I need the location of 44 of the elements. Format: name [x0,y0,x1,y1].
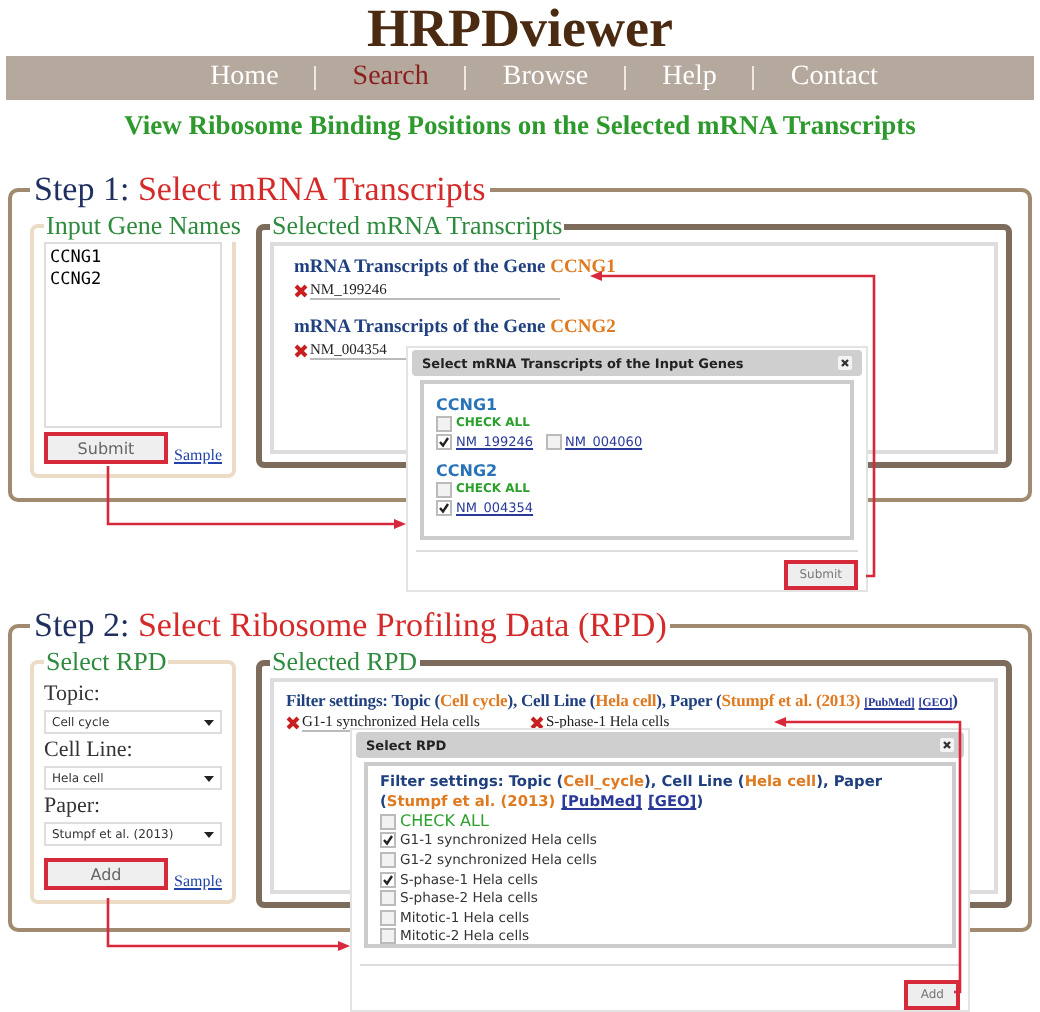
gene-input-field[interactable]: CCNG1 CCNG2 [44,242,222,428]
remove-icon[interactable] [294,283,308,297]
submit-button[interactable]: Submit [44,432,168,464]
panel-legend: Selected RPD [270,646,420,678]
checkbox[interactable] [380,909,396,926]
caret-icon [204,831,214,837]
remove-icon[interactable] [530,715,544,729]
caret-icon [204,719,214,725]
checkbox[interactable] [545,433,562,449]
close-icon[interactable] [838,356,852,370]
field-label: Topic: [44,682,102,708]
page-subtitle: View Ribosome Binding Positions on the Selected mRNA Transcripts [124,110,916,142]
add-button[interactable]: Add [44,858,168,890]
checkbox[interactable] [436,415,452,431]
transcript-heading: mRNA Transcripts of the Gene CCNG2 [294,318,618,338]
transcript-heading: mRNA Transcripts of the Gene CCNG1 [294,258,618,278]
checkbox[interactable] [436,433,452,449]
checkbox[interactable] [380,851,396,868]
checkbox[interactable] [380,871,396,888]
checkbox[interactable] [436,481,452,497]
remove-icon[interactable] [294,343,308,357]
sample-link[interactable]: Sample [174,446,222,464]
checkbox[interactable] [380,832,396,849]
sample-link[interactable]: Sample [174,872,222,890]
step-label: Step 2: [34,606,130,644]
field-label: Paper: [44,794,103,820]
nav-link[interactable]: Search [316,62,465,94]
step-title: Select mRNA Transcripts [137,170,486,208]
checkbox[interactable] [380,928,396,945]
close-icon[interactable] [940,738,954,752]
panel-legend: Select RPD [44,646,169,678]
caret-icon [204,775,214,781]
checkbox[interactable] [380,890,396,907]
gene-name: CCNG2 [436,462,500,480]
checkbox[interactable] [380,813,396,830]
panel-legend: Selected mRNA Transcripts [270,210,565,242]
gene-name: CCNG1 [436,396,500,414]
step-label: Step 1: [34,170,130,208]
step-title: Select Ribosome Profiling Data (RPD) [137,606,667,644]
checkbox[interactable] [436,499,452,515]
remove-icon[interactable] [286,715,300,729]
site-title: HRPDviewer [367,0,673,56]
field-label: Cell Line: [44,738,135,764]
panel-legend: Input Gene Names [44,210,243,242]
